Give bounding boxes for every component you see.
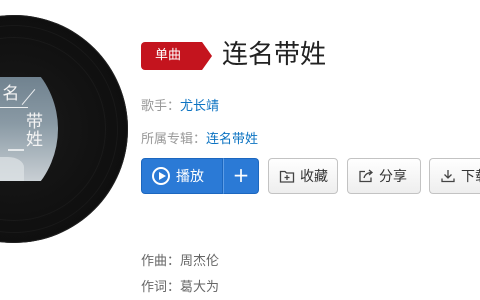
singer-label: 歌手： — [141, 99, 181, 114]
single-badge: 单曲 — [141, 42, 212, 70]
cover-figure — [0, 157, 24, 181]
cover-side-text: 带姓 — [26, 112, 45, 150]
folder-plus-icon — [279, 170, 295, 183]
album-row: 所属专辑：连名带姓 — [141, 128, 258, 147]
cover-line — [0, 107, 28, 108]
song-detail-panel: 连 名 带姓 单曲 连名带姓 歌手：尤长靖 所属专辑：连名带姓 播放 + 收藏 — [0, 0, 480, 300]
share-icon — [359, 169, 374, 183]
composer-credit: 作曲：周杰伦 — [141, 254, 220, 269]
cover-detail — [8, 149, 24, 151]
play-button-group: 播放 + — [141, 158, 259, 194]
cover-title-text: 连 名 — [0, 84, 22, 104]
share-button-label: 分享 — [379, 169, 407, 185]
album-label: 所属专辑： — [141, 132, 207, 147]
album-link[interactable]: 连名带姓 — [206, 132, 258, 147]
collect-button-label: 收藏 — [300, 169, 328, 185]
play-circle-icon — [152, 167, 170, 185]
play-button-label: 播放 — [176, 169, 204, 185]
share-button[interactable]: 分享 — [347, 158, 421, 194]
song-title: 连名带姓 — [222, 40, 327, 70]
play-button[interactable]: 播放 — [141, 158, 223, 194]
singer-row: 歌手：尤长靖 — [141, 95, 219, 114]
lyricist-credit: 作词：葛大为 — [141, 280, 220, 295]
download-icon — [441, 170, 455, 183]
cover-line — [21, 89, 36, 105]
download-button[interactable]: 下载 — [429, 158, 480, 194]
collect-button[interactable]: 收藏 — [268, 158, 338, 194]
add-to-playlist-button[interactable]: + — [223, 158, 259, 194]
download-button-label: 下载 — [461, 169, 480, 185]
singer-link[interactable]: 尤长靖 — [180, 99, 219, 114]
